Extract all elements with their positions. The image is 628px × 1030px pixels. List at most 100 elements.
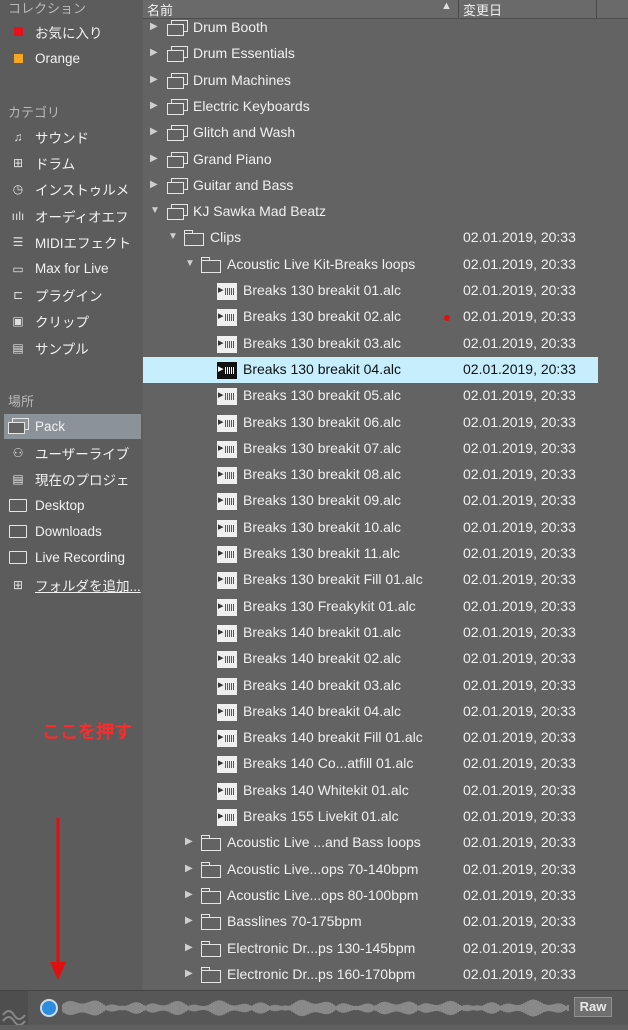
pack-row[interactable]: ▶ Drum Booth — [143, 15, 598, 41]
collapsed-arrow-icon[interactable]: ▶ — [185, 968, 193, 979]
clip-row[interactable]: Breaks 140 breakit 04.alc 02.01.2019, 20:… — [143, 699, 598, 725]
sort-ascending-icon[interactable]: ▲ — [441, 0, 452, 12]
clip-row[interactable]: Breaks 155 Livekit 01.alc 02.01.2019, 20:… — [143, 804, 598, 830]
category-sounds[interactable]: ♫ サウンド — [4, 124, 141, 149]
pack-row[interactable]: ▶ Electric Keyboards — [143, 94, 598, 120]
place-user-library[interactable]: ⚇ ユーザーライブ — [4, 440, 141, 465]
category-label: クリップ — [35, 314, 89, 330]
clip-row[interactable]: Breaks 140 Co...atfill 01.alc 02.01.2019,… — [143, 751, 598, 777]
clip-row[interactable]: Breaks 130 breakit 06.alc 02.01.2019, 20:… — [143, 410, 598, 436]
modified-date: 02.01.2019, 20:33 — [463, 755, 576, 772]
clip-row[interactable]: Breaks 130 breakit 04.alc 02.01.2019, 20:… — [143, 356, 598, 383]
collapsed-arrow-icon[interactable]: ▶ — [150, 74, 158, 85]
collapsed-arrow-icon[interactable]: ▶ — [185, 836, 193, 847]
place-desktop[interactable]: Desktop — [4, 493, 141, 518]
place-label: フォルダを追加... — [35, 578, 141, 594]
folder-row[interactable]: ▼ Clips 02.01.2019, 20:33 — [143, 225, 598, 251]
place-downloads[interactable]: Downloads — [4, 519, 141, 544]
clip-row[interactable]: Breaks 140 breakit 02.alc 02.01.2019, 20:… — [143, 646, 598, 672]
pack-row[interactable]: ▼ KJ Sawka Mad Beatz — [143, 199, 598, 225]
pack-row[interactable]: ▶ Guitar and Bass — [143, 173, 598, 199]
clip-row[interactable]: Breaks 130 breakit Fill 01.alc 02.01.2019… — [143, 567, 598, 593]
red-marker-dot — [444, 315, 450, 322]
category-label: サンプル — [35, 341, 89, 357]
clip-row[interactable]: Breaks 130 breakit 05.alc 02.01.2019, 20:… — [143, 383, 598, 409]
expanded-arrow-icon[interactable]: ▼ — [185, 258, 195, 269]
item-name: KJ Sawka Mad Beatz — [193, 203, 327, 220]
pack-row[interactable]: ▶ Drum Essentials — [143, 41, 598, 67]
collapsed-arrow-icon[interactable]: ▶ — [150, 153, 158, 164]
clip-row[interactable]: Breaks 130 breakit 10.alc 02.01.2019, 20:… — [143, 515, 598, 541]
item-name: Breaks 140 breakit 02.alc — [243, 650, 401, 667]
waveform-preview[interactable] — [62, 997, 570, 1019]
collapsed-arrow-icon[interactable]: ▶ — [150, 126, 158, 137]
collection-favorites[interactable]: お気に入り — [4, 19, 141, 44]
preview-toggle-area[interactable] — [0, 991, 28, 1026]
folder-row[interactable]: ▼ Acoustic Live Kit-Breaks loops 02.01.201… — [143, 252, 598, 278]
collapsed-arrow-icon[interactable]: ▶ — [150, 21, 158, 32]
category-instruments[interactable]: ◷ インストゥルメ — [4, 176, 141, 201]
folder-row[interactable]: ▶ Electronic Dr...ps 160-170bpm 02.01.2019… — [143, 962, 598, 988]
clip-row[interactable]: Breaks 140 breakit 03.alc 02.01.2019, 20:… — [143, 673, 598, 699]
collections-header: コレクション — [8, 1, 87, 16]
clip-row[interactable]: Breaks 130 breakit 01.alc 02.01.2019, 20:… — [143, 278, 598, 304]
folder-row[interactable]: ▶ Acoustic Live...ops 80-100bpm 02.01.2019… — [143, 883, 598, 909]
raw-button[interactable]: Raw — [574, 997, 612, 1017]
collapsed-arrow-icon[interactable]: ▶ — [185, 915, 193, 926]
category-drums[interactable]: ⊞ ドラム — [4, 150, 141, 175]
clip-row[interactable]: Breaks 130 Freakykit 01.alc 02.01.2019, 2… — [143, 594, 598, 620]
item-name: Basslines 70-175bpm — [227, 913, 362, 930]
category-clips[interactable]: ▣ クリップ — [4, 308, 141, 333]
pack-row[interactable]: ▶ Drum Machines — [143, 68, 598, 94]
clip-row[interactable]: Breaks 130 breakit 07.alc 02.01.2019, 20:… — [143, 436, 598, 462]
clip-row[interactable]: Breaks 130 breakit 03.alc 02.01.2019, 20:… — [143, 331, 598, 357]
clip-row[interactable]: Breaks 140 breakit Fill 01.alc 02.01.2019… — [143, 725, 598, 751]
clip-icon — [217, 651, 237, 669]
folder-row[interactable]: ▶ Basslines 70-175bpm 02.01.2019, 20:33 — [143, 909, 598, 935]
folder-icon — [201, 887, 221, 904]
place-pack[interactable]: Pack — [4, 414, 141, 439]
place-current-project[interactable]: ▤ 現在のプロジェ — [4, 466, 141, 491]
category-max-for-live[interactable]: ▭ Max for Live — [4, 256, 141, 281]
pack-row[interactable]: ▶ Glitch and Wash — [143, 120, 598, 146]
collapsed-arrow-icon[interactable]: ▶ — [185, 889, 193, 900]
folder-icon — [8, 524, 28, 540]
collapsed-arrow-icon[interactable]: ▶ — [185, 942, 193, 953]
modified-date: 02.01.2019, 20:33 — [463, 834, 576, 851]
pack-row[interactable]: ▶ Grand Piano — [143, 147, 598, 173]
item-name: Breaks 130 breakit 07.alc — [243, 439, 401, 456]
expanded-arrow-icon[interactable]: ▼ — [168, 231, 178, 242]
add-folder[interactable]: ⊞ フォルダを追加... — [4, 572, 141, 597]
category-samples[interactable]: ▤ サンプル — [4, 335, 141, 360]
preview-play-button[interactable] — [40, 999, 58, 1017]
modified-date: 02.01.2019, 20:33 — [463, 545, 576, 561]
item-name: Breaks 130 breakit 05.alc — [243, 387, 401, 404]
clip-row[interactable]: Breaks 130 breakit 08.alc 02.01.2019, 20:… — [143, 462, 598, 488]
collapsed-arrow-icon[interactable]: ▶ — [150, 100, 158, 111]
clip-row[interactable]: Breaks 140 Whitekit 01.alc 02.01.2019, 20… — [143, 778, 598, 804]
modified-date: 02.01.2019, 20:33 — [463, 676, 576, 693]
category-plugins[interactable]: ⊏ プラグイン — [4, 282, 141, 307]
clip-row[interactable]: Breaks 130 breakit 11.alc 02.01.2019, 20:… — [143, 541, 598, 567]
clip-row[interactable]: Breaks 140 breakit 01.alc 02.01.2019, 20:… — [143, 620, 598, 646]
place-live-recording[interactable]: Live Recording — [4, 545, 141, 570]
pack-icon — [167, 125, 189, 142]
expanded-arrow-icon[interactable]: ▼ — [150, 205, 160, 216]
clip-icon — [217, 782, 237, 800]
collapsed-arrow-icon[interactable]: ▶ — [150, 179, 158, 190]
collection-orange[interactable]: Orange — [4, 46, 141, 71]
category-label: ドラム — [35, 156, 76, 172]
collapsed-arrow-icon[interactable]: ▶ — [185, 863, 193, 874]
item-name: Breaks 130 breakit 01.alc — [243, 282, 401, 298]
clip-row[interactable]: Breaks 130 breakit 09.alc 02.01.2019, 20:… — [143, 488, 598, 514]
collapsed-arrow-icon[interactable]: ▶ — [150, 47, 158, 58]
folder-row[interactable]: ▶ Electronic Dr...ps 130-145bpm 02.01.2019… — [143, 936, 598, 962]
folder-row[interactable]: ▶ Acoustic Live ...and Bass loops 02.01.20… — [143, 830, 598, 856]
folder-row[interactable]: ▶ Acoustic Live...ops 70-140bpm 02.01.2019… — [143, 857, 598, 883]
place-label: Pack — [35, 419, 66, 434]
clip-row[interactable]: Breaks 130 breakit 02.alc 02.01.2019, 20:… — [143, 304, 598, 330]
category-audio-effects[interactable]: ıılı オーディオエフ — [4, 203, 141, 228]
category-midi-effects[interactable]: ☰ MIDIエフェクト — [4, 229, 141, 254]
modified-date: 02.01.2019, 20:33 — [463, 702, 576, 719]
pack-icon — [167, 98, 189, 116]
